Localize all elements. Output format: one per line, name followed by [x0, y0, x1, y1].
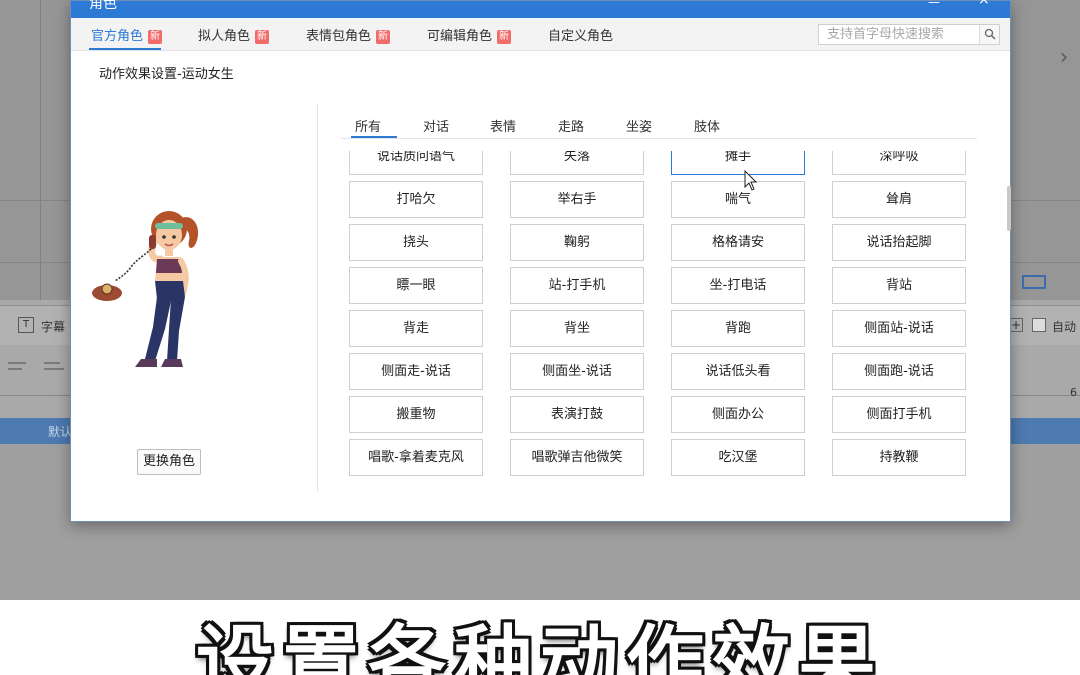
- action-button[interactable]: 喘气: [671, 181, 805, 218]
- search-box: [818, 24, 1000, 45]
- grid-scrollbar[interactable]: [1007, 186, 1011, 231]
- action-button[interactable]: 说话质问语气: [349, 151, 483, 175]
- action-category-tabs: 所有 对话 表情 走路 坐姿 肢体: [341, 111, 977, 139]
- auto-checkbox[interactable]: [1032, 318, 1046, 332]
- action-button[interactable]: 侧面跑-说话: [832, 353, 966, 390]
- action-button[interactable]: 举右手: [510, 181, 644, 218]
- tab-humanoid-roles[interactable]: 拟人角色新: [198, 25, 270, 45]
- auto-label: 自动: [1052, 320, 1077, 334]
- action-button[interactable]: 唱歌-拿着麦克风: [349, 439, 483, 476]
- tab-dialogue[interactable]: 对话: [423, 116, 449, 135]
- settings-title: 动作效果设置-运动女生: [99, 67, 234, 82]
- action-button[interactable]: 唱歌弹吉他微笑: [510, 439, 644, 476]
- monitor-icon[interactable]: [1022, 275, 1046, 289]
- minimize-icon[interactable]: —: [928, 0, 940, 9]
- action-button[interactable]: 侧面站-说话: [832, 310, 966, 347]
- video-caption: 设置各种动作效果: [195, 618, 884, 675]
- search-button[interactable]: [979, 25, 999, 44]
- action-button[interactable]: 鞠躬: [510, 224, 644, 261]
- action-button[interactable]: 搬重物: [349, 396, 483, 433]
- role-tabbar: 官方角色新 拟人角色新 表情包角色新 可编辑角色新 自定义角色: [71, 18, 1010, 51]
- tab-sitting[interactable]: 坐姿: [626, 116, 652, 135]
- ruler-number: 6: [1070, 386, 1077, 399]
- new-badge: 新: [497, 30, 512, 44]
- tab-expression[interactable]: 表情: [490, 116, 516, 135]
- tab-walking[interactable]: 走路: [558, 116, 584, 135]
- tab-limbs[interactable]: 肢体: [694, 116, 720, 135]
- sporty-girl-character: [92, 211, 199, 367]
- action-button[interactable]: 瞟一眼: [349, 267, 483, 304]
- dialog-title: 角色: [89, 0, 117, 12]
- tab-official-roles[interactable]: 官方角色新: [91, 25, 163, 45]
- action-button[interactable]: 侧面打手机: [832, 396, 966, 433]
- active-tab-indicator: [351, 136, 397, 138]
- mouse-cursor-icon: [744, 170, 758, 191]
- tab-sticker-roles[interactable]: 表情包角色新: [306, 25, 391, 45]
- action-button[interactable]: 挠头: [349, 224, 483, 261]
- subtitle-label[interactable]: 字幕: [41, 318, 65, 335]
- action-button[interactable]: 说话低头看: [671, 353, 805, 390]
- chevron-right-icon[interactable]: ›: [1050, 38, 1078, 78]
- action-button[interactable]: 坐-打电话: [671, 267, 805, 304]
- action-button[interactable]: 持教鞭: [832, 439, 966, 476]
- action-button[interactable]: 吃汉堡: [671, 439, 805, 476]
- new-badge: 新: [148, 30, 163, 44]
- tab-custom-roles[interactable]: 自定义角色: [548, 25, 613, 45]
- action-button[interactable]: 背走: [349, 310, 483, 347]
- character-preview: [91, 201, 221, 391]
- action-button[interactable]: 耸肩: [832, 181, 966, 218]
- action-button[interactable]: 侧面办公: [671, 396, 805, 433]
- align-icon[interactable]: [44, 368, 64, 370]
- subtitle-icon[interactable]: T: [18, 317, 34, 333]
- action-button[interactable]: 背跑: [671, 310, 805, 347]
- active-tab-indicator: [89, 48, 161, 50]
- action-button[interactable]: 说话抬起脚: [832, 224, 966, 261]
- search-input[interactable]: [819, 25, 979, 44]
- action-button[interactable]: 站-打手机: [510, 267, 644, 304]
- align-icon[interactable]: [8, 362, 26, 364]
- tab-editable-roles[interactable]: 可编辑角色新: [427, 25, 512, 45]
- action-button[interactable]: 侧面坐-说话: [510, 353, 644, 390]
- add-icon[interactable]: +: [1009, 318, 1023, 332]
- change-role-button[interactable]: 更换角色: [137, 449, 201, 475]
- panel-divider: [317, 105, 318, 492]
- new-badge: 新: [255, 30, 270, 44]
- align-icon[interactable]: [8, 368, 22, 370]
- caption-band: 设置各种动作效果: [0, 600, 1080, 675]
- action-button[interactable]: 侧面走-说话: [349, 353, 483, 390]
- action-button-selected[interactable]: 摊手: [671, 151, 805, 175]
- align-icon[interactable]: [44, 362, 60, 364]
- action-button[interactable]: 表演打鼓: [510, 396, 644, 433]
- background-divider: [40, 0, 41, 300]
- dialog-titlebar[interactable]: 角色 — ×: [71, 0, 1010, 18]
- track-label: 默认: [48, 425, 73, 439]
- new-badge: 新: [376, 30, 391, 44]
- action-button[interactable]: 打哈欠: [349, 181, 483, 218]
- search-icon: [984, 28, 996, 40]
- close-icon[interactable]: ×: [978, 0, 992, 8]
- action-button[interactable]: 背站: [832, 267, 966, 304]
- action-button[interactable]: 背坐: [510, 310, 644, 347]
- action-button[interactable]: 格格请安: [671, 224, 805, 261]
- action-button[interactable]: 失落: [510, 151, 644, 175]
- role-dialog: 角色 — × 官方角色新 拟人角色新 表情包角色新 可编辑角色新 自定义角色 动…: [70, 0, 1011, 522]
- action-button[interactable]: 深呼吸: [832, 151, 966, 175]
- action-grid: 说话质问语气 失落 摊手 深呼吸 打哈欠 举右手 喘气 耸肩 挠头 鞠躬 格格请…: [341, 151, 977, 476]
- tab-all[interactable]: 所有: [355, 116, 381, 135]
